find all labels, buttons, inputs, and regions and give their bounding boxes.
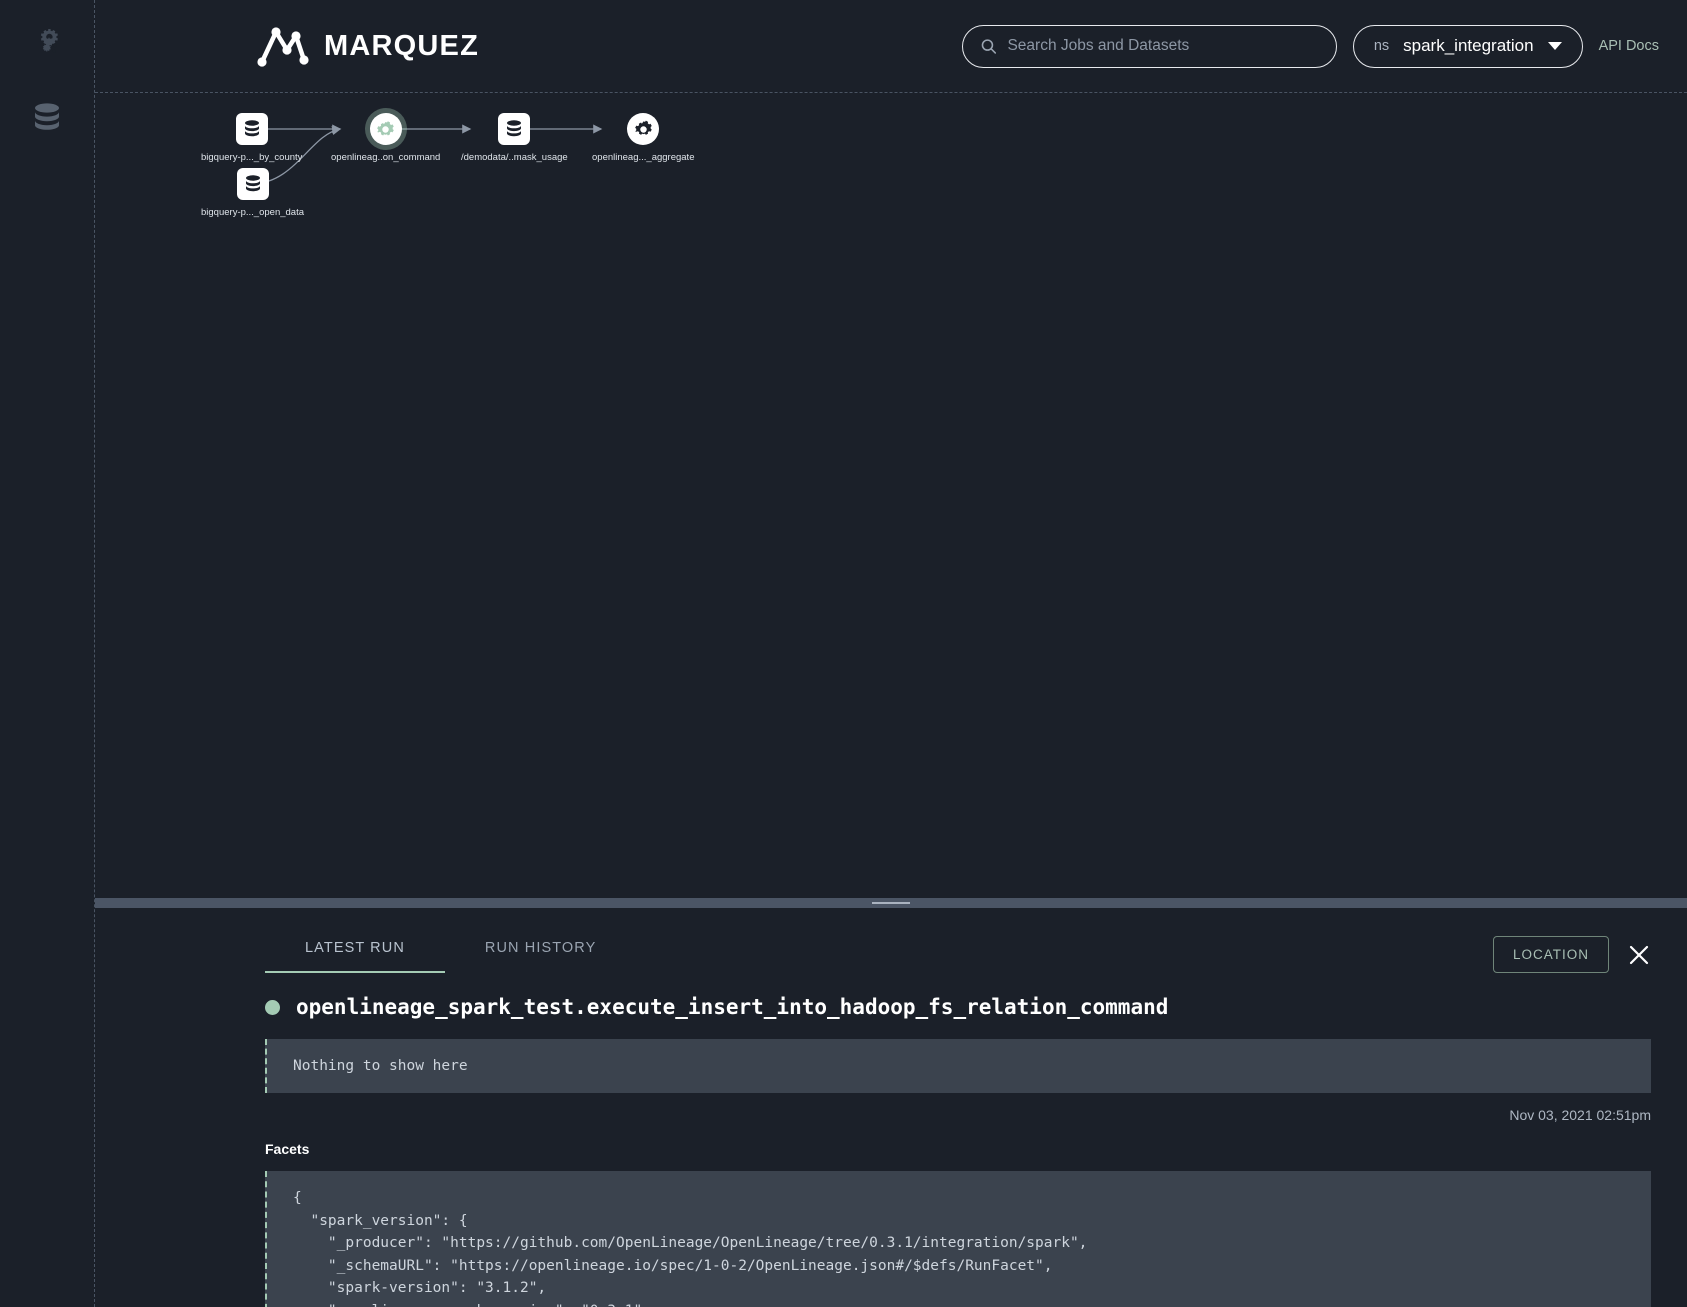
gear-icon (377, 120, 394, 135)
namespace-prefix-label: ns (1373, 38, 1390, 54)
sidebar-item-datasets[interactable] (28, 98, 66, 136)
empty-state-box: Nothing to show here (265, 1039, 1651, 1094)
dataset-node-icon (236, 168, 269, 200)
graph-node[interactable]: bigquery-p..._by_county (201, 113, 302, 163)
lineage-graph[interactable]: bigquery-p..._by_county openlineag..on_c… (95, 93, 1687, 898)
job-node-icon-active (369, 113, 402, 145)
graph-node[interactable]: bigquery-p..._open_data (201, 168, 304, 218)
dataset-node-icon (498, 113, 531, 145)
gears-icon (40, 29, 58, 53)
drawer-actions: LOCATION (1492, 926, 1651, 973)
namespace-select[interactable]: ns spark_integration (1352, 24, 1583, 68)
facets-json-block: { "spark_version": { "_producer": "https… (265, 1171, 1651, 1307)
node-label: bigquery-p..._by_county (201, 152, 303, 163)
graph-node[interactable]: openlineag..._aggregate (592, 113, 694, 163)
graph-node[interactable]: /demodata/..mask_usage (461, 113, 568, 163)
node-label: /demodata/..mask_usage (461, 152, 568, 163)
database-icon (245, 175, 260, 192)
brand[interactable]: MARQUEZ (254, 22, 479, 70)
sidebar-item-jobs[interactable] (28, 22, 66, 60)
header-right: ns spark_integration API Docs (961, 24, 1687, 68)
node-label: bigquery-p..._open_data (201, 207, 304, 218)
chevron-down-icon (1547, 42, 1562, 50)
database-icon (35, 103, 59, 130)
job-node-icon (627, 113, 660, 145)
drawer-resize-handle[interactable] (95, 898, 1687, 908)
search-icon (981, 38, 996, 54)
brand-name: MARQUEZ (324, 29, 480, 62)
node-label: openlineag..on_command (331, 152, 441, 163)
graph-edges (250, 124, 603, 185)
search-box[interactable] (961, 24, 1337, 68)
app-header: MARQUEZ ns spark_integration API Docs (95, 0, 1687, 93)
dataset-node-icon (235, 113, 268, 145)
close-icon[interactable] (1627, 943, 1651, 967)
api-docs-link[interactable]: API Docs (1599, 38, 1659, 54)
app-root: MARQUEZ ns spark_integration API Docs (0, 0, 1687, 1307)
run-timestamp: Nov 03, 2021 02:51pm (1509, 1107, 1651, 1124)
database-icon (507, 120, 522, 137)
database-icon (244, 120, 259, 137)
namespace-selected-value: spark_integration (1403, 36, 1534, 55)
gear-icon (634, 120, 652, 135)
drawer-header: LATEST RUN RUN HISTORY LOCATION (95, 908, 1687, 973)
facets-label: Facets (265, 1141, 310, 1158)
search-input[interactable] (1007, 37, 1318, 55)
status-badge (265, 999, 280, 1015)
node-label: openlineag..._aggregate (592, 152, 695, 163)
page-title: openlineage_spark_test.execute_insert_in… (296, 995, 1169, 1019)
drawer-tabs: LATEST RUN RUN HISTORY (265, 926, 636, 973)
tab-latest-run[interactable]: LATEST RUN (265, 926, 445, 973)
left-sidebar (0, 0, 95, 1307)
job-heading-row: openlineage_spark_test.execute_insert_in… (95, 973, 1687, 1019)
tab-run-history[interactable]: RUN HISTORY (445, 926, 636, 973)
detail-drawer: LATEST RUN RUN HISTORY LOCATION openline… (95, 908, 1687, 1307)
location-button[interactable]: LOCATION (1492, 936, 1609, 973)
graph-node[interactable]: openlineag..on_command (331, 113, 440, 163)
marquez-logo-icon (257, 27, 309, 67)
